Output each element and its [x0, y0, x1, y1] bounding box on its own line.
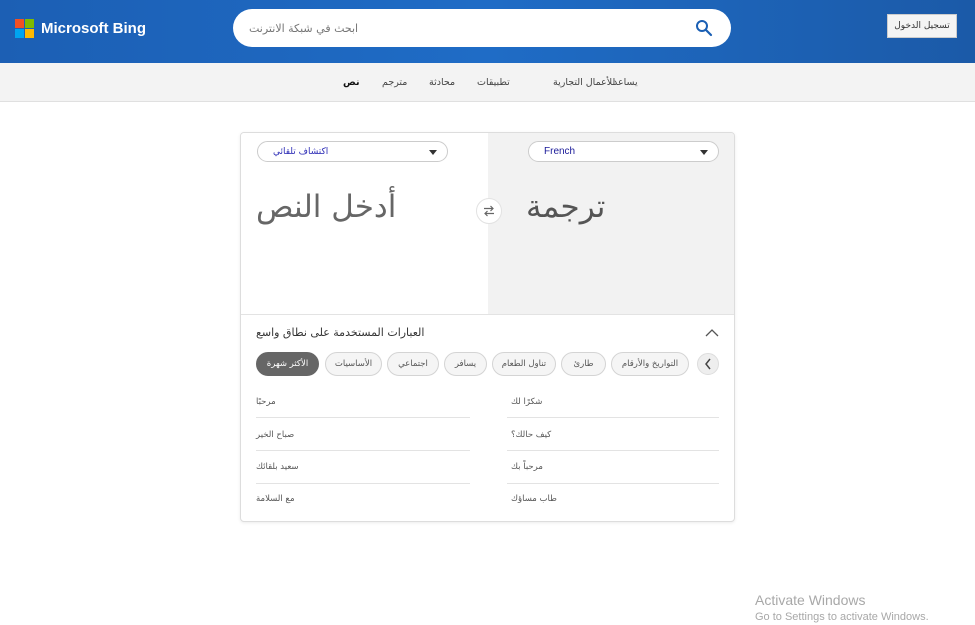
target-pane: French ترجمة [488, 133, 734, 314]
source-language-select[interactable]: اكتشاف تلقائي [257, 141, 448, 162]
phrase-item[interactable]: كيف حالك؟ [511, 430, 551, 440]
search-icon[interactable] [695, 19, 713, 37]
divider [256, 483, 470, 484]
phrase-item[interactable]: مرحبًا [256, 397, 276, 407]
top-header: Microsoft Bing تسجيل الدخول [0, 0, 975, 63]
target-language-select[interactable]: French [528, 141, 719, 162]
bing-logo[interactable]: Microsoft Bing [15, 19, 146, 38]
source-text-input[interactable]: أدخل النص [256, 189, 396, 225]
category-chip-most-popular[interactable]: الأكثر شهرة [256, 352, 319, 376]
phrase-item[interactable]: مرحباً بك [511, 462, 543, 472]
translator-card: اكتشاف تلقائي أدخل النص French ترجمة الع… [240, 132, 735, 522]
divider [507, 483, 719, 484]
swap-icon [484, 205, 494, 217]
nav-item[interactable]: محادثة [429, 77, 455, 88]
phrases-title: العبارات المستخدمة على نطاق واسع [256, 326, 425, 339]
phrase-item[interactable]: مع السلامة [256, 494, 295, 504]
nav-item[interactable]: للأعمال التجارية [553, 77, 615, 88]
nav-item[interactable]: مترجم [382, 77, 407, 88]
source-pane[interactable]: اكتشاف تلقائي أدخل النص [241, 133, 488, 314]
nav-item[interactable]: يساعد [613, 77, 638, 88]
nav-item[interactable]: تطبيقات [477, 77, 510, 88]
microsoft-logo-icon [15, 19, 34, 38]
translation-output: ترجمة [526, 189, 606, 225]
search-input[interactable] [249, 21, 669, 35]
signin-button[interactable]: تسجيل الدخول [887, 14, 957, 38]
nav-item[interactable]: نص [343, 77, 360, 88]
chevron-down-icon [429, 150, 437, 155]
category-chip-social[interactable]: اجتماعي [387, 352, 439, 376]
phrase-item[interactable]: شكرًا لك [511, 397, 542, 407]
category-chip-emergency[interactable]: طارئ [561, 352, 606, 376]
activate-windows-title: Activate Windows [755, 592, 866, 608]
nav-items: يساعد للأعمال التجارية تطبيقات محادثة مترجم ن… [340, 63, 660, 102]
chevron-left-icon[interactable] [697, 353, 719, 375]
logo-text: Microsoft Bing [41, 20, 146, 37]
swap-languages-button[interactable] [476, 198, 502, 224]
source-language-label: اكتشاف تلقائي [273, 146, 329, 157]
target-language-label: French [544, 146, 576, 157]
divider [241, 314, 734, 315]
activate-windows-subtitle: Go to Settings to activate Windows. [755, 611, 929, 623]
category-chip-basics[interactable]: الأساسيات [325, 352, 382, 376]
category-chip-travel[interactable]: يسافر [444, 352, 487, 376]
divider [256, 450, 470, 451]
phrase-item[interactable]: طاب مساؤك [511, 494, 557, 504]
chevron-down-icon [700, 150, 708, 155]
scope-nav: يساعد للأعمال التجارية تطبيقات محادثة مترجم ن… [0, 63, 975, 102]
divider [507, 417, 719, 418]
category-chip-dining[interactable]: تناول الطعام [492, 352, 556, 376]
category-chip-dates-numbers[interactable]: التواريخ والأرقام [611, 352, 689, 376]
phrase-item[interactable]: صباح الخير [256, 430, 294, 440]
search-box[interactable] [233, 9, 731, 47]
phrase-item[interactable]: سعيد بلقائك [256, 462, 299, 472]
divider [507, 450, 719, 451]
divider [256, 417, 470, 418]
chevron-up-icon[interactable] [705, 328, 719, 338]
